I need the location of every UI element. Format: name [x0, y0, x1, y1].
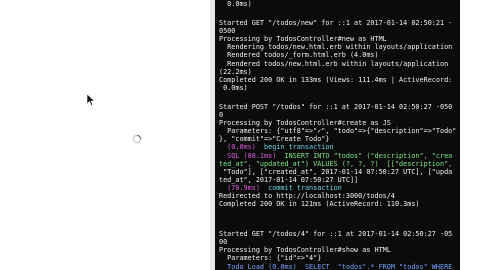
- terminal-line: "Todo"], ["created_at", 2017-01-14 07:50…: [219, 168, 460, 176]
- terminal-text-segment: 0500: [219, 27, 236, 36]
- terminal-line: Parameters: {"id"=>"4"}: [219, 254, 460, 262]
- terminal-line: (70.9ms) commit transaction: [219, 184, 460, 192]
- terminal-text-segment: }, "commit"=>"Create Todo"}: [219, 135, 330, 144]
- left-margin: [0, 0, 21, 270]
- terminal-line: 0: [219, 111, 460, 119]
- terminal-line: (0.0ms) begin transaction: [219, 143, 460, 151]
- terminal-text-segment: (0.0ms): [219, 143, 265, 152]
- terminal-line: Processing by TodosController#new as HTM…: [219, 35, 460, 43]
- terminal-text-segment: Todo Load (0.0ms): [219, 262, 305, 270]
- terminal-text-segment: Started POST "/todos" for ::1 at 2017-01…: [219, 102, 453, 111]
- terminal-text-segment: Started GET "/todos/new" for ::1 at 2017…: [219, 19, 453, 28]
- terminal-line: Started POST "/todos" for ::1 at 2017-01…: [219, 103, 460, 111]
- terminal-text-segment: Completed 200 OK in 133ms (Views: 111.4m…: [219, 75, 453, 84]
- terminal-line: Started GET "/todos/4" for ::1 at 2017-0…: [219, 230, 460, 238]
- terminal-text-segment: Redirected to http://localhost:3000/todo…: [219, 191, 395, 200]
- right-margin: [460, 0, 480, 270]
- terminal-text-segment: Started GET "/todos/4" for ::1 at 2017-0…: [219, 230, 453, 239]
- terminal-line: 00: [219, 238, 460, 246]
- terminal-text-segment: ted_at", 2017-01-14 07:50:27 UTC]]: [219, 175, 359, 184]
- terminal-line: Completed 200 OK in 121ms (ActiveRecord:…: [219, 200, 460, 208]
- terminal-output[interactable]: 0.0ms)Started GET "/todos/new" for ::1 a…: [215, 0, 460, 270]
- terminal-text-segment: 0: [219, 111, 224, 120]
- terminal-line: SQL (88.1ms) INSERT INTO "todos" ("descr…: [219, 152, 460, 160]
- browser-viewport[interactable]: [21, 0, 210, 270]
- terminal-text-segment: Rendered todos/new.html.erb within layou…: [219, 59, 449, 68]
- terminal-line: Started GET "/todos/new" for ::1 at 2017…: [219, 19, 460, 27]
- terminal-line: Rendering todos/new.html.erb within layo…: [219, 43, 460, 51]
- terminal-line: ted_at", "updated_at") VALUES (?, ?, ?) …: [219, 160, 460, 168]
- terminal-line: Parameters: {"utf8"=>"✓", "todo"=>{"desc…: [219, 127, 460, 135]
- terminal-text-segment: Parameters: {"id"=>"4"}: [219, 254, 322, 263]
- terminal-text-segment: commit transaction: [268, 183, 342, 192]
- terminal-text-segment: Processing by TodosController#new as HTM…: [219, 35, 387, 44]
- loading-spinner-icon: [132, 134, 142, 144]
- terminal-line: Processing by TodosController#show as HT…: [219, 246, 460, 254]
- terminal-text-segment: Parameters: {"utf8"=>"✓", "todo"=>{"desc…: [219, 127, 457, 136]
- terminal-text-segment: Processing by TodosController#show as HT…: [219, 246, 391, 255]
- terminal-text-segment: SELECT "todos".* FROM "todos" WHERE: [304, 262, 453, 270]
- terminal-text-segment: SQL (88.1ms): [219, 151, 285, 160]
- terminal-line: Rendered todos/new.html.erb within layou…: [219, 60, 460, 68]
- terminal-text-segment: 0.0ms): [219, 0, 252, 8]
- terminal-text-segment: ted_at", "updated_at") VALUES (?, ?, ?) …: [219, 159, 453, 168]
- terminal-text-segment: Rendered todos/_form.html.erb (4.0ms): [219, 51, 379, 60]
- terminal-text-segment: Completed 200 OK in 121ms (ActiveRecord:…: [219, 200, 420, 209]
- terminal-line: Completed 200 OK in 133ms (Views: 111.4m…: [219, 76, 460, 84]
- terminal-text-segment: "Todo"], ["created_at", 2017-01-14 07:50…: [219, 167, 453, 176]
- terminal-text-segment: begin transaction: [264, 143, 334, 152]
- terminal-text-segment: 00: [219, 238, 228, 247]
- terminal-text-segment: Rendering todos/new.html.erb within layo…: [219, 43, 453, 52]
- terminal-line: Todo Load (0.0ms) SELECT "todos".* FROM …: [219, 263, 460, 270]
- terminal-line: 0500: [219, 27, 460, 35]
- terminal-line: Rendered todos/_form.html.erb (4.0ms): [219, 51, 460, 59]
- terminal-line: ted_at", 2017-01-14 07:50:27 UTC]]: [219, 176, 460, 184]
- terminal-line: (22.2ms): [219, 68, 460, 76]
- mouse-pointer-icon: [87, 94, 95, 106]
- terminal-line: 0.0ms): [219, 84, 460, 92]
- terminal-text-segment: 0.0ms): [219, 83, 248, 92]
- terminal-text-segment: (22.2ms): [219, 67, 252, 76]
- terminal-text-segment: Processing by TodosController#create as …: [219, 119, 391, 128]
- terminal-text-segment: INSERT INTO "todos" ("description", "cre…: [284, 151, 453, 160]
- terminal-text-segment: (70.9ms): [219, 183, 269, 192]
- terminal-line: Processing by TodosController#create as …: [219, 119, 460, 127]
- terminal-line: }, "commit"=>"Create Todo"}: [219, 135, 460, 143]
- terminal-line: Redirected to http://localhost:3000/todo…: [219, 192, 460, 200]
- terminal-line: 0.0ms): [219, 0, 460, 8]
